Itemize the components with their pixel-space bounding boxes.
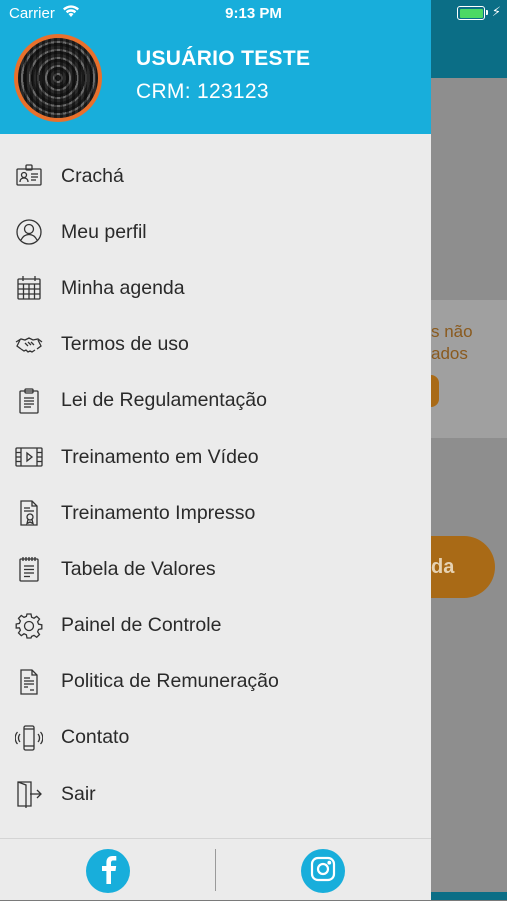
menu-item-contato[interactable]: Contato bbox=[0, 710, 431, 766]
background-small-button bbox=[431, 375, 439, 407]
menu-item-label: Minha agenda bbox=[61, 276, 185, 299]
certificate-doc-icon bbox=[14, 498, 44, 528]
menu-item-label: Lei de Regulamentação bbox=[61, 389, 267, 412]
calendar-icon bbox=[14, 273, 44, 303]
menu-item-treinamento-impresso[interactable]: Treinamento Impresso bbox=[0, 485, 431, 541]
menu-item-minha-agenda[interactable]: Minha agenda bbox=[0, 260, 431, 316]
drawer-menu: Crachá Meu perfil Minha agenda Termos de… bbox=[0, 148, 431, 822]
menu-item-cracha[interactable]: Crachá bbox=[0, 148, 431, 204]
menu-item-treinamento-em-video[interactable]: Treinamento em Vídeo bbox=[0, 429, 431, 485]
menu-item-label: Treinamento Impresso bbox=[61, 501, 256, 524]
menu-item-label: Tabela de Valores bbox=[61, 557, 216, 580]
menu-item-label: Contato bbox=[61, 726, 130, 749]
user-name: USUÁRIO TESTE bbox=[136, 47, 311, 70]
facebook-button[interactable] bbox=[86, 849, 130, 893]
document-icon bbox=[14, 667, 44, 697]
menu-item-label: Painel de Controle bbox=[61, 614, 222, 637]
user-icon bbox=[14, 217, 44, 247]
menu-item-label: Treinamento em Vídeo bbox=[61, 445, 259, 468]
menu-item-sair[interactable]: Sair bbox=[0, 766, 431, 822]
side-drawer: USUÁRIO TESTE CRM: 123123 Crachá Meu per… bbox=[0, 0, 431, 900]
menu-item-lei-de-regulamentacao[interactable]: Lei de Regulamentação bbox=[0, 373, 431, 429]
user-crm: CRM: 123123 bbox=[136, 80, 269, 103]
menu-item-label: Termos de uso bbox=[61, 333, 189, 356]
phone-icon bbox=[14, 723, 44, 753]
menu-item-label: Crachá bbox=[61, 164, 124, 187]
battery-icon bbox=[457, 6, 488, 20]
background-text-line1: s não bbox=[431, 322, 473, 341]
handshake-icon bbox=[14, 330, 44, 360]
background-button: da bbox=[431, 536, 495, 598]
instagram-button[interactable] bbox=[301, 849, 345, 893]
footer-divider bbox=[215, 849, 216, 891]
charging-icon: ⚡ bbox=[491, 4, 501, 19]
badge-icon bbox=[14, 161, 44, 191]
menu-item-label: Sair bbox=[61, 782, 96, 805]
clock: 9:13 PM bbox=[225, 5, 282, 22]
menu-item-termos-de-uso[interactable]: Termos de uso bbox=[0, 317, 431, 373]
notepad-icon bbox=[14, 554, 44, 584]
menu-item-tabela-de-valores[interactable]: Tabela de Valores bbox=[0, 541, 431, 597]
avatar[interactable] bbox=[14, 34, 102, 122]
drawer-footer bbox=[0, 838, 431, 901]
background-text-line2: ados bbox=[431, 344, 468, 363]
menu-item-label: Politica de Remuneração bbox=[61, 670, 279, 693]
background-bottom-bar bbox=[431, 892, 507, 900]
menu-item-politica-de-remuneracao[interactable]: Politica de Remuneração bbox=[0, 654, 431, 710]
menu-item-meu-perfil[interactable]: Meu perfil bbox=[0, 204, 431, 260]
menu-item-label: Meu perfil bbox=[61, 220, 147, 243]
exit-door-icon bbox=[14, 779, 44, 809]
menu-item-painel-de-controle[interactable]: Painel de Controle bbox=[0, 598, 431, 654]
facebook-icon bbox=[97, 854, 119, 889]
gear-icon bbox=[14, 611, 44, 641]
background-button-label: da bbox=[431, 556, 455, 578]
background-card bbox=[431, 300, 507, 438]
clipboard-icon bbox=[14, 386, 44, 416]
status-bar: Carrier 9:13 PM ⚡ bbox=[0, 0, 507, 28]
video-icon bbox=[14, 442, 44, 472]
instagram-icon bbox=[310, 856, 336, 887]
